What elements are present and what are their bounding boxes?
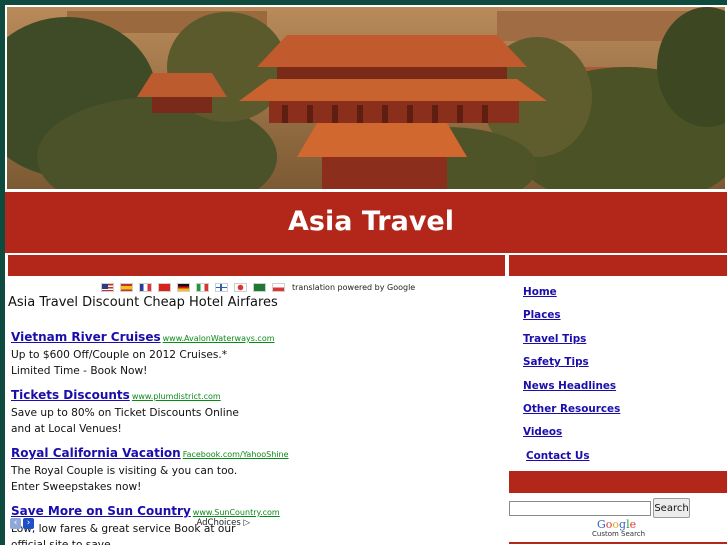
ad-title-link[interactable]: Royal California Vacation	[11, 446, 181, 460]
jp-flag-icon[interactable]	[234, 282, 247, 292]
sa-flag-icon[interactable]	[253, 282, 266, 292]
ad-title-link[interactable]: Save More on Sun Country	[11, 504, 191, 518]
title-band: Asia Travel	[5, 191, 727, 253]
nav-item-other-resources: Other Resources	[523, 395, 620, 418]
ad-next-button[interactable]: ›	[23, 518, 34, 529]
search-input[interactable]	[509, 501, 651, 516]
ad-description: The Royal Couple is visiting & you can t…	[11, 465, 238, 493]
page-heading: Asia Travel Discount Cheap Hotel Airfare…	[8, 295, 278, 310]
ad-item: Tickets Discounts www.plumdistrict.com Sa…	[11, 386, 255, 437]
page: Asia Travel translation powered by Googl…	[5, 5, 727, 545]
ad-title-link[interactable]: Vietnam River Cruises	[11, 330, 161, 344]
nav-item-news-headlines: News Headlines	[523, 372, 620, 395]
custom-search-caption: Custom Search	[592, 530, 646, 538]
nav-item-travel-tips: Travel Tips	[523, 325, 620, 348]
nav-item-places: Places	[523, 301, 620, 324]
adchoices-label: AdChoices	[196, 518, 241, 528]
ad-item: Royal California Vacation Facebook.com/Ya…	[11, 444, 289, 495]
ad-url-link[interactable]: Facebook.com/YahooShine	[183, 450, 289, 459]
sidebar-nav: Home Places Travel Tips Safety Tips News…	[523, 278, 620, 465]
nav-link-other-resources[interactable]: Other Resources	[523, 403, 620, 415]
pl-flag-icon[interactable]	[272, 282, 285, 292]
search-button[interactable]: Search	[653, 498, 690, 518]
content-header-bar	[8, 255, 505, 276]
nav-link-travel-tips[interactable]: Travel Tips	[523, 333, 586, 345]
nav-link-safety-tips[interactable]: Safety Tips	[523, 356, 589, 368]
ad-title-link[interactable]: Tickets Discounts	[11, 388, 130, 402]
es-flag-icon[interactable]	[120, 282, 133, 292]
it-flag-icon[interactable]	[196, 282, 209, 292]
adchoices-triangle-icon: ▷	[243, 518, 250, 528]
adchoices-link[interactable]: AdChoices ▷	[196, 518, 250, 528]
ad-url-link[interactable]: www.plumdistrict.com	[132, 392, 221, 401]
sidebar-search-bar	[509, 471, 727, 493]
cn-flag-icon[interactable]	[158, 282, 171, 292]
ad-description: Up to $600 Off/Couple on 2012 Cruises.* …	[11, 349, 228, 377]
ad-footer: ‹ › AdChoices ▷	[10, 517, 250, 531]
fr-flag-icon[interactable]	[139, 282, 152, 292]
nav-link-home[interactable]: Home	[523, 286, 557, 298]
ad-url-link[interactable]: www.SunCountry.com	[193, 508, 280, 517]
ad-description: Save up to 80% on Ticket Discounts Onlin…	[11, 407, 239, 435]
sidebar-bottom-bar	[509, 542, 727, 544]
header-photo	[5, 5, 727, 191]
translation-flags: translation powered by Google	[101, 281, 415, 293]
nav-item-contact-us: Contact Us	[523, 442, 620, 465]
us-flag-icon[interactable]	[101, 282, 114, 292]
sidebar-header-bar	[509, 255, 727, 276]
site-title: Asia Travel	[288, 206, 454, 237]
nav-item-home: Home	[523, 278, 620, 301]
nav-item-videos: Videos	[523, 418, 620, 441]
ad-item: Vietnam River Cruises www.AvalonWaterways…	[11, 328, 275, 379]
palace-photo-illustration	[7, 7, 725, 189]
translation-note: translation powered by Google	[292, 282, 416, 292]
nav-link-contact-us[interactable]: Contact Us	[526, 450, 590, 462]
de-flag-icon[interactable]	[177, 282, 190, 292]
ad-prev-button[interactable]: ‹	[10, 518, 21, 529]
ad-url-link[interactable]: www.AvalonWaterways.com	[163, 334, 275, 343]
nav-item-safety-tips: Safety Tips	[523, 348, 620, 371]
nav-link-news-headlines[interactable]: News Headlines	[523, 380, 616, 392]
nav-link-videos[interactable]: Videos	[523, 426, 562, 438]
nav-link-places[interactable]: Places	[523, 309, 561, 321]
fi-flag-icon[interactable]	[215, 282, 228, 292]
ad-list: Vietnam River Cruises www.AvalonWaterways…	[11, 328, 289, 545]
